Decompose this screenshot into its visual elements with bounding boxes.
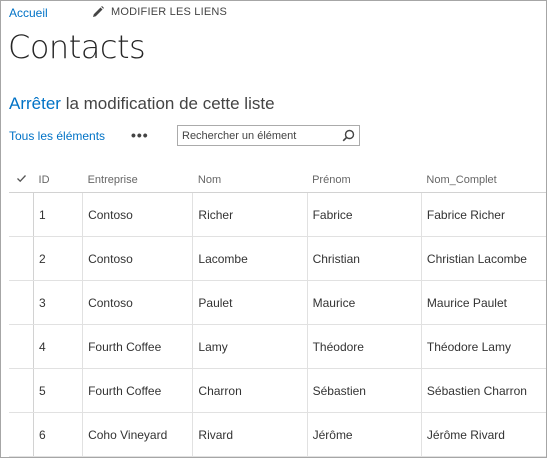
pencil-icon xyxy=(93,6,104,17)
row-select-cell[interactable] xyxy=(9,368,35,413)
cell-nom-complet[interactable]: Théodore Lamy xyxy=(420,324,546,369)
more-options-icon[interactable]: ••• xyxy=(131,128,149,142)
cell-prenom[interactable]: Fabrice xyxy=(306,192,422,237)
search-input[interactable] xyxy=(182,128,332,143)
table-row[interactable]: 5 Fourth Coffee Charron Sébastien Sébast… xyxy=(9,368,546,413)
view-bar: Tous les éléments ••• xyxy=(9,125,369,149)
search-box xyxy=(177,125,360,146)
cell-id[interactable]: 6 xyxy=(33,412,83,457)
edit-links-label: MODIFIER LES LIENS xyxy=(111,6,228,18)
cell-id[interactable]: 5 xyxy=(33,368,83,413)
row-select-cell[interactable] xyxy=(9,236,35,281)
edit-mode-notice: Arrêter la modification de cette liste xyxy=(9,94,275,114)
edit-mode-text: la modification de cette liste xyxy=(60,94,275,113)
cell-nom[interactable]: Paulet xyxy=(192,280,308,325)
row-select-cell[interactable] xyxy=(9,192,35,237)
cell-entreprise[interactable]: Contoso xyxy=(82,236,193,281)
cell-id[interactable]: 4 xyxy=(33,324,83,369)
cell-prenom[interactable]: Jérôme xyxy=(306,412,422,457)
cell-nom[interactable]: Charron xyxy=(192,368,308,413)
cell-entreprise[interactable]: Fourth Coffee xyxy=(82,324,193,369)
cell-id[interactable]: 1 xyxy=(33,192,83,237)
table-row[interactable]: 4 Fourth Coffee Lamy Théodore Théodore L… xyxy=(9,324,546,369)
cell-entreprise[interactable]: Fourth Coffee xyxy=(82,368,193,413)
cell-entreprise[interactable]: Contoso xyxy=(82,192,193,237)
cell-id[interactable]: 2 xyxy=(33,236,83,281)
cell-prenom[interactable]: Christian xyxy=(306,236,422,281)
cell-nom[interactable]: Richer xyxy=(192,192,308,237)
cell-entreprise[interactable]: Contoso xyxy=(82,280,193,325)
table-row[interactable]: 3 Contoso Paulet Maurice Maurice Paulet xyxy=(9,280,546,325)
edit-links-button[interactable]: MODIFIER LES LIENS xyxy=(91,5,227,19)
cell-nom[interactable]: Lacombe xyxy=(192,236,308,281)
table-row[interactable]: 1 Contoso Richer Fabrice Fabrice Richer xyxy=(9,192,546,237)
column-header-nom-complet[interactable]: Nom_Complet xyxy=(421,167,546,193)
cell-nom-complet[interactable]: Christian Lacombe xyxy=(420,236,546,281)
search-icon[interactable] xyxy=(342,129,355,142)
cell-entreprise[interactable]: Coho Vineyard xyxy=(82,412,193,457)
column-header-id[interactable]: ID xyxy=(33,167,83,193)
row-select-cell[interactable] xyxy=(9,324,35,369)
page-title: Contacts xyxy=(8,28,146,66)
cell-id[interactable]: 3 xyxy=(33,280,83,325)
column-header-prenom[interactable]: Prénom xyxy=(307,167,422,193)
breadcrumb: Accueil xyxy=(9,5,48,21)
cell-prenom[interactable]: Sébastien xyxy=(306,368,422,413)
select-all-header[interactable] xyxy=(9,167,34,193)
cell-nom-complet[interactable]: Maurice Paulet xyxy=(420,280,546,325)
row-select-cell[interactable] xyxy=(9,412,35,457)
cell-nom[interactable]: Lamy xyxy=(192,324,308,369)
row-select-cell[interactable] xyxy=(9,280,35,325)
home-link[interactable]: Accueil xyxy=(9,6,48,20)
table-row[interactable]: 2 Contoso Lacombe Christian Christian La… xyxy=(9,236,546,281)
cell-prenom[interactable]: Maurice xyxy=(306,280,422,325)
contacts-table: ID Entreprise Nom Prénom Nom_Complet 1 C… xyxy=(9,167,546,457)
view-all-items-link[interactable]: Tous les éléments xyxy=(9,129,105,143)
checkmark-icon xyxy=(16,174,26,182)
cell-prenom[interactable]: Théodore xyxy=(306,324,422,369)
cell-nom-complet[interactable]: Sébastien Charron xyxy=(420,368,546,413)
column-header-entreprise[interactable]: Entreprise xyxy=(82,167,193,193)
cell-nom[interactable]: Rivard xyxy=(192,412,308,457)
column-header-nom[interactable]: Nom xyxy=(192,167,308,193)
stop-editing-link[interactable]: Arrêter xyxy=(9,94,61,113)
cell-nom-complet[interactable]: Fabrice Richer xyxy=(420,192,546,237)
page-frame: Accueil MODIFIER LES LIENS Contacts Arrê… xyxy=(0,0,547,458)
cell-nom-complet[interactable]: Jérôme Rivard xyxy=(420,412,546,457)
table-row[interactable]: 6 Coho Vineyard Rivard Jérôme Jérôme Riv… xyxy=(9,412,546,457)
table-header-row: ID Entreprise Nom Prénom Nom_Complet xyxy=(9,167,546,193)
